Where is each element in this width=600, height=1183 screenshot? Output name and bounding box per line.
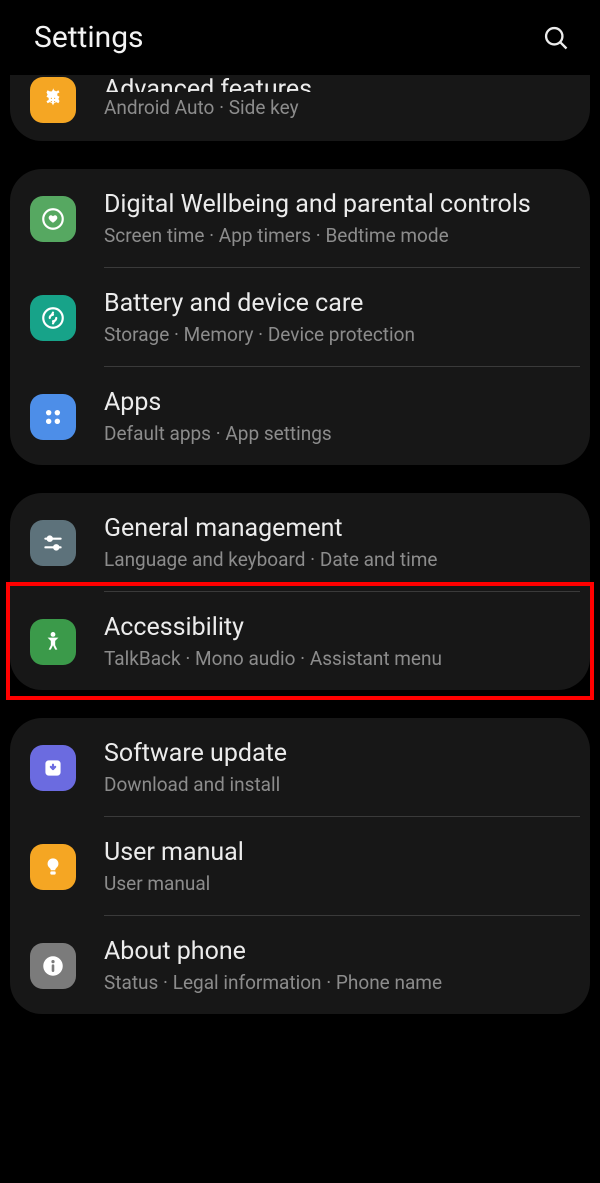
settings-item-battery-care[interactable]: Battery and device care Storage · Memory…	[10, 268, 590, 366]
settings-group-about: Software update Download and install Use…	[10, 718, 590, 1014]
item-title: Apps	[104, 387, 570, 418]
about-phone-icon	[30, 943, 76, 989]
item-subtitle: Language and keyboard · Date and time	[104, 548, 570, 573]
item-title: About phone	[104, 936, 570, 967]
item-text: About phone Status · Legal information ·…	[104, 936, 570, 996]
item-title: User manual	[104, 837, 570, 868]
settings-item-user-manual[interactable]: User manual User manual	[10, 817, 590, 915]
item-title: General management	[104, 513, 570, 544]
item-text: User manual User manual	[104, 837, 570, 897]
item-subtitle: User manual	[104, 872, 570, 897]
settings-item-advanced-features[interactable]: Advanced features Android Auto · Side ke…	[10, 75, 590, 141]
settings-item-digital-wellbeing[interactable]: Digital Wellbeing and parental controls …	[10, 169, 590, 267]
item-text: Digital Wellbeing and parental controls …	[104, 189, 570, 249]
wellbeing-icon	[30, 196, 76, 242]
item-text: General management Language and keyboard…	[104, 513, 570, 573]
general-management-icon	[30, 520, 76, 566]
page-title: Settings	[34, 20, 144, 55]
settings-item-accessibility[interactable]: Accessibility TalkBack · Mono audio · As…	[10, 592, 590, 690]
item-subtitle: TalkBack · Mono audio · Assistant menu	[104, 647, 570, 672]
header: Settings	[0, 0, 600, 75]
settings-item-apps[interactable]: Apps Default apps · App settings	[10, 367, 590, 465]
item-text: Software update Download and install	[104, 738, 570, 798]
item-text: Accessibility TalkBack · Mono audio · As…	[104, 612, 570, 672]
advanced-features-icon	[30, 77, 76, 123]
item-text: Advanced features Android Auto · Side ke…	[104, 80, 570, 121]
item-subtitle: Default apps · App settings	[104, 422, 570, 447]
item-subtitle: Status · Legal information · Phone name	[104, 971, 570, 996]
item-title: Battery and device care	[104, 288, 570, 319]
battery-care-icon	[30, 295, 76, 341]
item-title: Digital Wellbeing and parental controls	[104, 189, 570, 220]
item-title: Software update	[104, 738, 570, 769]
item-text: Battery and device care Storage · Memory…	[104, 288, 570, 348]
item-subtitle: Android Auto · Side key	[104, 96, 570, 121]
settings-group-advanced: Advanced features Android Auto · Side ke…	[10, 75, 590, 141]
user-manual-icon	[30, 844, 76, 890]
settings-group-wellbeing: Digital Wellbeing and parental controls …	[10, 169, 590, 465]
settings-item-general-management[interactable]: General management Language and keyboard…	[10, 493, 590, 591]
settings-item-software-update[interactable]: Software update Download and install	[10, 718, 590, 816]
accessibility-icon	[30, 619, 76, 665]
software-update-icon	[30, 745, 76, 791]
item-text: Apps Default apps · App settings	[104, 387, 570, 447]
apps-icon	[30, 394, 76, 440]
item-subtitle: Screen time · App timers · Bedtime mode	[104, 224, 570, 249]
search-icon[interactable]	[542, 24, 570, 52]
item-title: Accessibility	[104, 612, 570, 643]
item-subtitle: Download and install	[104, 773, 570, 798]
item-subtitle: Storage · Memory · Device protection	[104, 323, 570, 348]
settings-group-general: General management Language and keyboard…	[10, 493, 590, 690]
item-title: Advanced features	[104, 75, 570, 92]
settings-item-about-phone[interactable]: About phone Status · Legal information ·…	[10, 916, 590, 1014]
